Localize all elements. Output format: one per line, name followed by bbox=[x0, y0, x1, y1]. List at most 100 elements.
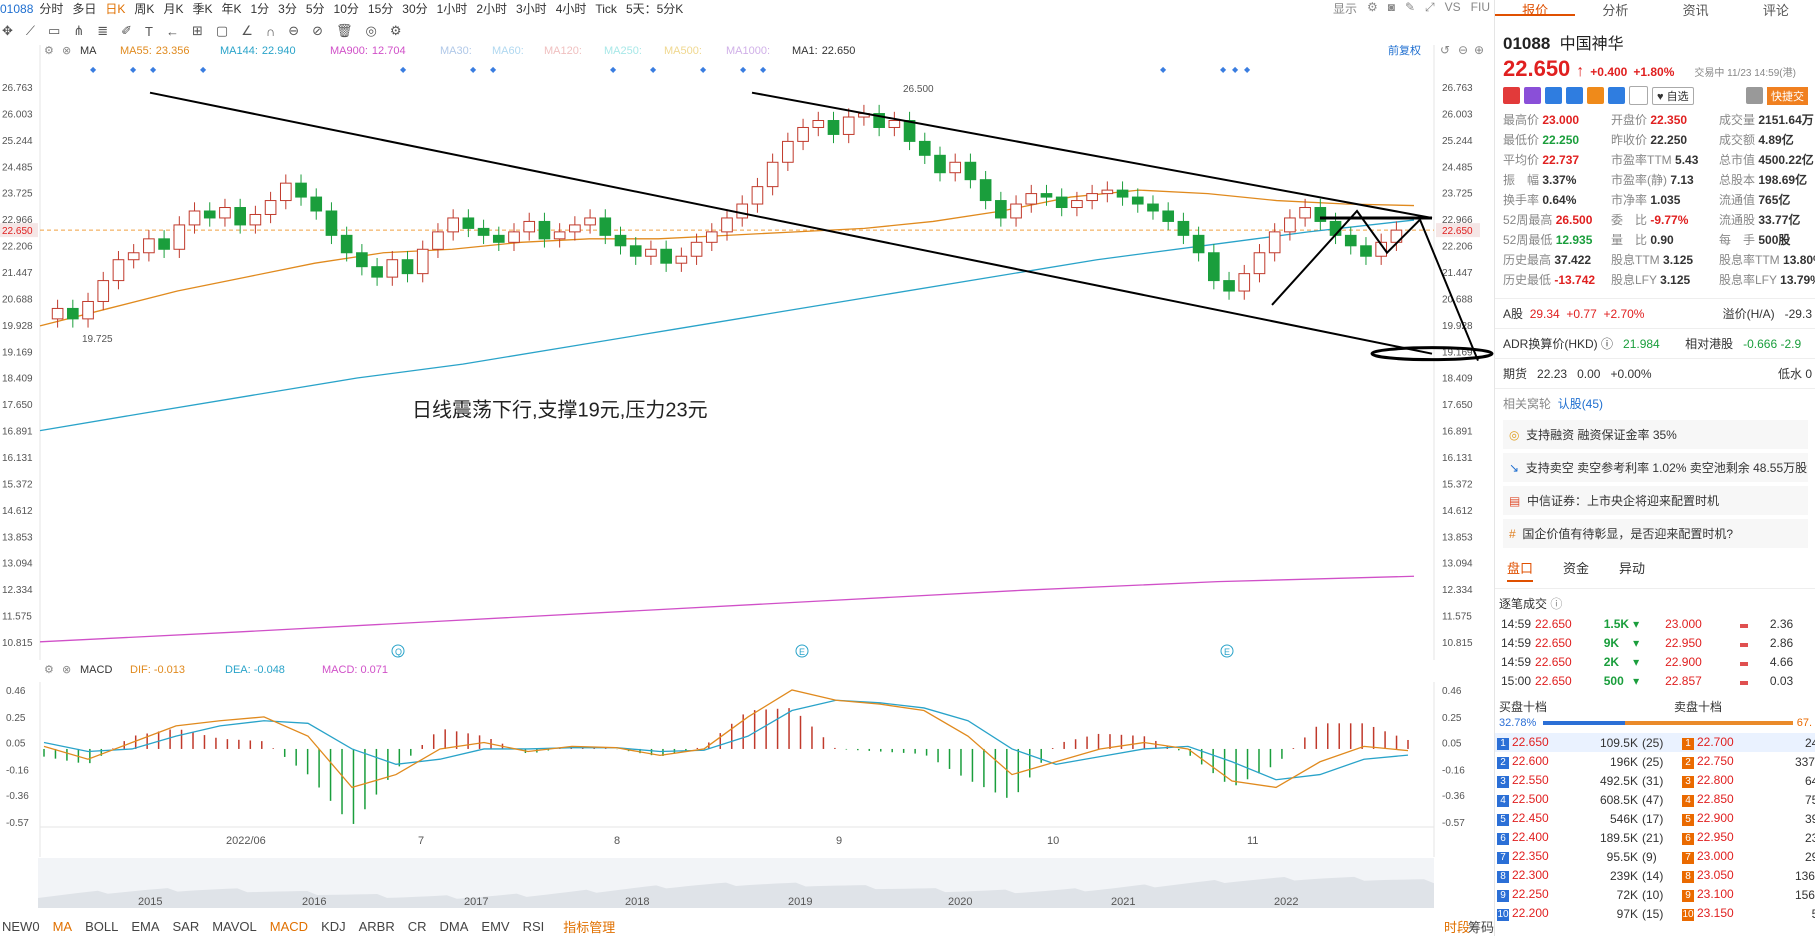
period-tab[interactable]: 3分 bbox=[278, 2, 297, 16]
pen-icon[interactable]: ✎ bbox=[1405, 0, 1415, 17]
indicator-tab[interactable]: CR bbox=[408, 919, 427, 934]
period-tab[interactable]: 3小时 bbox=[516, 2, 547, 16]
period-tab[interactable]: 5分 bbox=[306, 2, 325, 16]
period-tab[interactable]: 30分 bbox=[402, 2, 427, 16]
zoom-in-icon[interactable]: ⊕ bbox=[1474, 45, 1484, 57]
settings-icon[interactable]: ⚙ bbox=[390, 23, 402, 39]
tab-capital[interactable]: 资金 bbox=[1563, 558, 1589, 582]
indicator-tab[interactable]: MAVOL bbox=[212, 919, 257, 934]
tab-orderbook[interactable]: 盘口 bbox=[1507, 558, 1534, 582]
indicator-tab[interactable]: MACD bbox=[270, 919, 308, 934]
period-tab[interactable]: 1小时 bbox=[437, 2, 468, 16]
ma-legend-item[interactable]: MA55: 23.356 bbox=[120, 45, 189, 57]
period-tab[interactable]: 年K bbox=[221, 2, 241, 16]
settings-icon[interactable]: ⚙ bbox=[44, 45, 54, 57]
text-tool-icon[interactable]: T bbox=[145, 24, 153, 39]
orderbook-row[interactable]: 322.550492.5K(31)322.800642K bbox=[1495, 771, 1815, 790]
tab-movement[interactable]: 异动 bbox=[1619, 558, 1645, 582]
session-button[interactable]: 时段 bbox=[1444, 917, 1470, 936]
gear-icon[interactable]: ⚙ bbox=[1367, 0, 1378, 17]
ma-legend-item[interactable]: MA30: bbox=[440, 45, 472, 57]
period-tab[interactable]: 10分 bbox=[334, 2, 359, 16]
fullscreen-icon[interactable]: ⤢ bbox=[1425, 0, 1435, 17]
brush-tool-icon[interactable]: ✐ bbox=[121, 23, 132, 39]
tab-news[interactable]: 资讯 bbox=[1656, 0, 1736, 18]
camera-icon[interactable]: ◙ bbox=[1388, 0, 1395, 17]
fiu-button[interactable]: FIU bbox=[1471, 0, 1490, 17]
lock-icon[interactable]: ⊖ bbox=[288, 23, 299, 39]
settings-icon[interactable]: ⚙ bbox=[44, 664, 54, 676]
rect-tool-icon[interactable]: ▭ bbox=[48, 23, 60, 39]
orderbook-row[interactable]: 422.500608.5K(47)422.850754K bbox=[1495, 790, 1815, 809]
period-tab[interactable]: 4小时 bbox=[556, 2, 587, 16]
fork-tool-icon[interactable]: ⋔ bbox=[73, 23, 84, 39]
tab-quote[interactable]: 报价 bbox=[1495, 0, 1576, 18]
vs-button[interactable]: VS bbox=[1445, 0, 1461, 17]
kline-chart[interactable]: ⚙ ⊗ MA 前复权 ↺ ⊖ ⊕ MA55: 23.356 MA144: 22.940… bbox=[0, 45, 1494, 660]
orderbook-row[interactable]: 922.25072K(10)923.100156.5K bbox=[1495, 885, 1815, 904]
line-tool-icon[interactable]: ⟋ bbox=[26, 23, 35, 39]
ma-legend-item[interactable]: MA120: bbox=[544, 45, 582, 57]
indicator-tab[interactable]: MA bbox=[53, 919, 73, 934]
ma-legend-item[interactable]: MA500: bbox=[664, 45, 702, 57]
hide-icon[interactable]: ⊘ bbox=[312, 23, 323, 39]
period-tab[interactable]: Tick bbox=[595, 2, 617, 16]
ma-legend-item[interactable]: MA1000: bbox=[726, 45, 770, 57]
period-tab[interactable]: 2小时 bbox=[476, 2, 507, 16]
indicator-manage-button[interactable]: 指标管理 bbox=[563, 917, 615, 936]
orderbook-row[interactable]: 522.450546K(17)522.900392K bbox=[1495, 809, 1815, 828]
arrow-tool-icon[interactable]: ← bbox=[166, 24, 179, 39]
overview-navigator[interactable]: 2015 2016 2017 2018 2019 2020 2021 2022 bbox=[38, 858, 1434, 908]
ma-legend-item[interactable]: MA60: bbox=[492, 45, 524, 57]
period-tab[interactable]: 周K bbox=[134, 2, 154, 16]
close-icon[interactable]: ⊗ bbox=[62, 664, 71, 676]
ma-legend-item[interactable]: MA250: bbox=[604, 45, 642, 57]
indicator-tab[interactable]: NEW0 bbox=[2, 919, 40, 934]
indicator-tab[interactable]: BOLL bbox=[85, 919, 118, 934]
restore-right-button[interactable]: 前复权 bbox=[1388, 45, 1421, 57]
magnet-icon[interactable]: ∩ bbox=[266, 24, 275, 39]
indicator-name[interactable]: MA bbox=[80, 45, 97, 57]
orderbook-row[interactable]: 1022.20097K(15)1023.15058K bbox=[1495, 904, 1815, 923]
period-tab[interactable]: 多日 bbox=[72, 2, 96, 16]
period-tab[interactable]: 日K bbox=[105, 2, 125, 16]
measure-tool-icon[interactable]: ⊞ bbox=[192, 23, 203, 39]
period-tab[interactable]: 15分 bbox=[368, 2, 393, 16]
fib-tool-icon[interactable]: ≣ bbox=[97, 23, 108, 39]
close-icon[interactable]: ⊗ bbox=[62, 45, 71, 57]
topic-info[interactable]: # 国企价值有待彰显，是否迎来配置时机? bbox=[1503, 519, 1808, 548]
ma-legend-item[interactable]: MA900: 12.704 bbox=[330, 45, 406, 57]
macd-chart[interactable]: ⚙ ⊗ MACD DIF: -0.013 DEA: -0.048 MACD: 0… bbox=[0, 662, 1494, 857]
research-info[interactable]: ▤ 中信证券：上市央企将迎来配置时机 bbox=[1503, 486, 1808, 515]
indicator-tab[interactable]: SAR bbox=[172, 919, 199, 934]
ruler-icon[interactable]: ∠ bbox=[241, 23, 253, 39]
trash-icon[interactable]: 🗑 bbox=[336, 23, 353, 39]
orderbook-row[interactable]: 622.400189.5K(21)622.950234K bbox=[1495, 828, 1815, 847]
ma-legend-item[interactable]: MA1: 22.650 bbox=[792, 45, 855, 57]
margin-info[interactable]: ◎ 支持融资 融资保证金率 35% bbox=[1503, 420, 1808, 449]
period-tab[interactable]: 月K bbox=[163, 2, 183, 16]
indicator-tab[interactable]: RSI bbox=[523, 919, 545, 934]
undo-icon[interactable]: ↺ bbox=[1440, 45, 1450, 57]
eye-icon[interactable]: ◎ bbox=[366, 23, 377, 39]
orderbook-row[interactable]: 122.650109.5K(25)122.700249K bbox=[1495, 733, 1815, 752]
indicator-tab[interactable]: EMV bbox=[481, 919, 509, 934]
indicator-tab[interactable]: ARBR bbox=[359, 919, 395, 934]
indicator-tab[interactable]: KDJ bbox=[321, 919, 346, 934]
chips-button[interactable]: 筹码 bbox=[1468, 917, 1494, 936]
crosshair-icon[interactable]: ✥ bbox=[2, 23, 13, 39]
zoom-out-icon[interactable]: ⊖ bbox=[1458, 45, 1468, 57]
orderbook-row[interactable]: 222.600196K(25)222.750337.5K bbox=[1495, 752, 1815, 771]
period-tab[interactable]: 季K bbox=[192, 2, 212, 16]
tab-analysis[interactable]: 分析 bbox=[1575, 0, 1655, 18]
display-menu[interactable]: 显示 bbox=[1333, 0, 1357, 17]
period-tab[interactable]: 5天：5分K bbox=[626, 2, 683, 16]
orderbook-row[interactable]: 822.300239K(14)823.050136.5K bbox=[1495, 866, 1815, 885]
bell-icon[interactable] bbox=[1746, 87, 1763, 104]
warrant-row[interactable]: 相关窝轮 认股(45) bbox=[1495, 395, 1815, 412]
ma-legend-item[interactable]: MA144: 22.940 bbox=[220, 45, 296, 57]
indicator-tab[interactable]: EMA bbox=[131, 919, 159, 934]
quick-trade-button[interactable]: 快捷交 bbox=[1767, 86, 1808, 105]
comment-tool-icon[interactable]: ▢ bbox=[216, 23, 228, 39]
period-tab[interactable]: 分时 bbox=[39, 2, 63, 16]
